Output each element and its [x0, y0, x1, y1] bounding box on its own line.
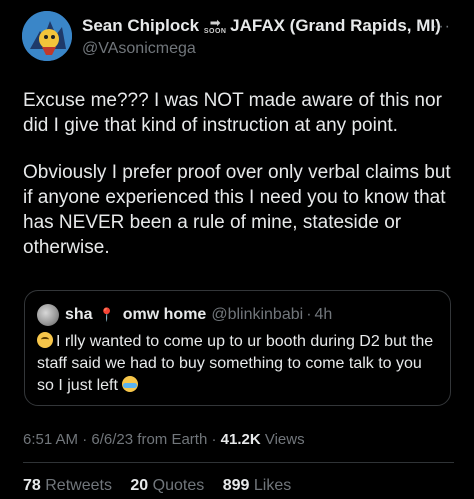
retweets-stat[interactable]: 78 Retweets — [23, 477, 116, 494]
likes-count: 899 — [222, 477, 250, 494]
separator-dot: · — [306, 306, 312, 323]
quotes-count: 20 — [130, 477, 149, 494]
tweet-text: Excuse me??? I was NOT made aware of thi… — [23, 88, 453, 282]
likes-stat[interactable]: 899 Likes — [223, 477, 292, 494]
author-display-name[interactable]: Sean Chiplock — [82, 16, 199, 36]
soon-arrow-icon: ➡ SOON — [203, 14, 227, 35]
crying-emoji-icon — [121, 376, 138, 392]
quoted-tweet-body: I rlly wanted to come up to ur booth dur… — [37, 333, 434, 394]
tweet-time[interactable]: 6:51 AM — [23, 431, 78, 448]
separator-dot: · — [211, 431, 217, 448]
retweets-count: 78 — [23, 477, 41, 494]
author-info: Sean Chiplock ➡ SOON JAFAX (Grand Rapids… — [82, 14, 452, 58]
quoted-author-handle: @blinkinbabi — [211, 306, 304, 323]
likes-label: Likes — [253, 477, 292, 494]
tweet-paragraph: Excuse me??? I was NOT made aware of thi… — [23, 90, 442, 136]
author-display-name-suffix[interactable]: JAFAX (Grand Rapids, MI) — [230, 16, 441, 36]
quotes-stat[interactable]: 20 Quotes — [130, 477, 208, 494]
tweet-stats: 78 Retweets 20 Quotes 899 Likes — [23, 477, 305, 495]
quoted-tweet[interactable]: sha 📍 omw home @blinkinbabi · 4h I rlly … — [24, 290, 451, 406]
salute-emoji-icon — [37, 332, 53, 348]
author-name-row[interactable]: Sean Chiplock ➡ SOON JAFAX (Grand Rapids… — [82, 14, 452, 38]
divider — [23, 462, 454, 463]
pushpin-icon: 📍 — [98, 307, 115, 322]
separator-dot: · — [82, 431, 88, 448]
tweet-source: from Earth — [137, 431, 208, 448]
author-handle[interactable]: @VAsonicmega — [82, 40, 452, 58]
quoted-tweet-time: 4h — [314, 306, 333, 323]
quoted-tweet-text: I rlly wanted to come up to ur booth dur… — [37, 331, 442, 397]
views-count: 41.2K — [220, 431, 261, 448]
more-horizontal-icon[interactable]: ··· — [432, 19, 451, 35]
views-label: Views — [264, 431, 305, 448]
retweets-label: Retweets — [45, 477, 112, 494]
quoted-author-name-suffix: omw home — [122, 306, 207, 323]
tweet-meta: 6:51 AM · 6/6/23 from Earth · 41.2K View… — [23, 431, 305, 448]
quoted-author-name: sha — [65, 306, 93, 323]
tweet-detail: Sean Chiplock ➡ SOON JAFAX (Grand Rapids… — [0, 0, 474, 499]
quotes-label: Quotes — [152, 477, 205, 494]
quoted-author-avatar — [37, 304, 59, 326]
tweet-date[interactable]: 6/6/23 — [91, 431, 133, 448]
author-avatar[interactable] — [22, 11, 72, 61]
tweet-paragraph: Obviously I prefer proof over only verba… — [23, 162, 451, 258]
quoted-tweet-header: sha 📍 omw home @blinkinbabi · 4h — [37, 304, 332, 326]
